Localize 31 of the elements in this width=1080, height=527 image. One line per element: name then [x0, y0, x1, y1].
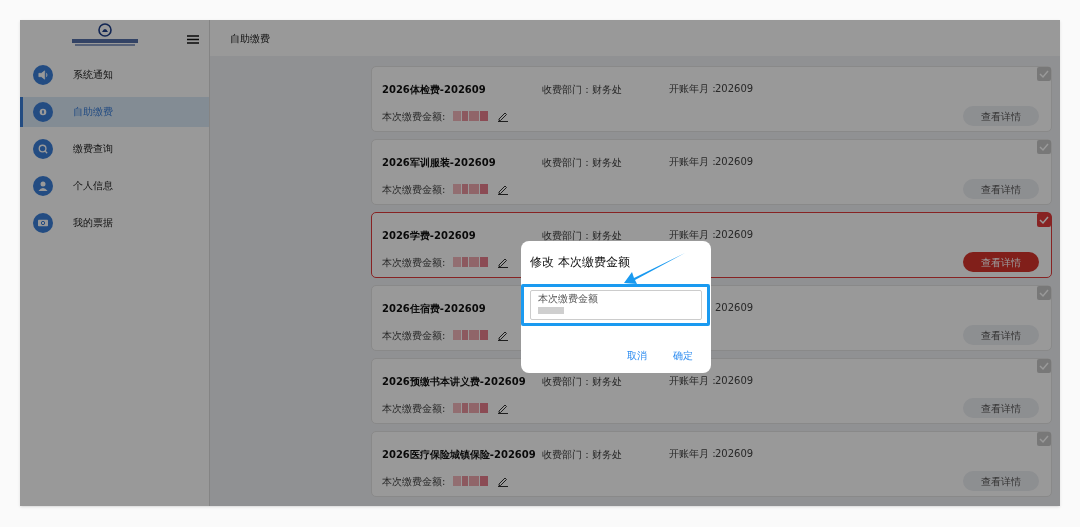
period-value: 202609 — [715, 227, 754, 242]
period-label: 开账年月： — [669, 446, 715, 461]
period-label: 开账年月： — [669, 227, 715, 242]
period-value: 202609 — [715, 81, 754, 96]
amount-label: 本次缴费金额: — [382, 255, 446, 270]
bill-title: 2026医疗保险城镇保险-202609 — [382, 449, 536, 460]
amount-label: 本次缴费金额: — [382, 401, 446, 416]
page-title: 自助缴费 — [230, 31, 270, 46]
bill-department: 收费部门：财务处 — [542, 230, 622, 241]
bill-title: 2026预缴书本讲义费-202609 — [382, 376, 526, 387]
period-label: 开账年月： — [669, 81, 715, 96]
bill-department: 收费部门：财务处 — [542, 376, 622, 387]
field-label: 本次缴费金额 — [538, 293, 599, 305]
period-value: 202609 — [715, 300, 754, 315]
period-value: 202609 — [715, 154, 754, 169]
bill-title: 2026军训服装-202609 — [382, 157, 496, 168]
bill-department: 收费部门：财务处 — [542, 157, 622, 168]
amount-label: 本次缴费金额: — [382, 474, 446, 489]
period-value: 202609 — [715, 373, 754, 388]
bill-title: 2026体检费-202609 — [382, 84, 486, 95]
period-label: 开账年月： — [669, 154, 715, 169]
amount-label: 本次缴费金额: — [382, 182, 446, 197]
dialog-title: 修改 本次缴费金额 — [530, 254, 630, 270]
period-label: 开账年月： — [669, 373, 715, 388]
bill-title: 2026住宿费-202609 — [382, 303, 486, 314]
bill-department: 收费部门：财务处 — [542, 449, 622, 460]
amount-label: 本次缴费金额: — [382, 109, 446, 124]
bill-title: 2026学费-202609 — [382, 230, 476, 241]
amount-label: 本次缴费金额: — [382, 328, 446, 343]
bill-department: 收费部门：财务处 — [542, 84, 622, 95]
period-value: 202609 — [715, 446, 754, 461]
